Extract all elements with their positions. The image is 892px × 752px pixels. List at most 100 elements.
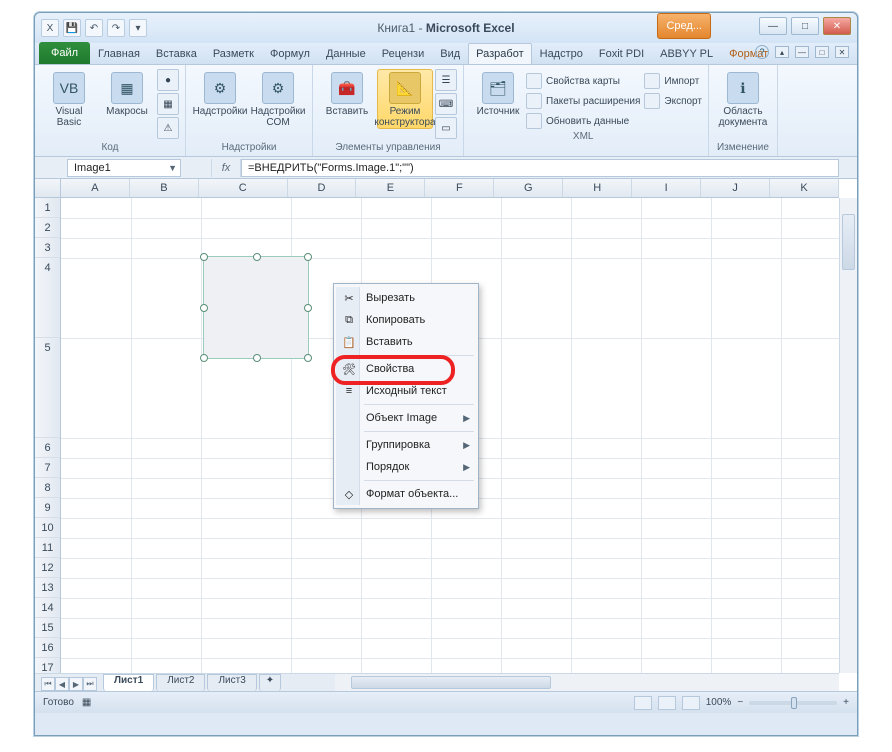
last-sheet-icon[interactable]: ⏭	[83, 677, 97, 691]
expansion-packs-button[interactable]: Пакеты расширения	[526, 91, 640, 111]
insert-control-button[interactable]: 🧰Вставить	[319, 69, 375, 118]
tab-view[interactable]: Вид	[432, 43, 468, 64]
xml-source-button[interactable]: 🗂Источник	[470, 69, 526, 118]
zoom-in-button[interactable]: +	[843, 697, 849, 708]
prev-sheet-icon[interactable]: ◀	[55, 677, 69, 691]
next-sheet-icon[interactable]: ▶	[69, 677, 83, 691]
row-header[interactable]: 8	[35, 478, 60, 498]
resize-handle[interactable]	[200, 354, 208, 362]
com-addins-button[interactable]: ⚙Надстройки COM	[250, 69, 306, 129]
tab-data[interactable]: Данные	[318, 43, 374, 64]
first-sheet-icon[interactable]: ⏮	[41, 677, 55, 691]
sheet-tab-active[interactable]: Лист1	[103, 674, 154, 691]
formula-input[interactable]: =ВНЕДРИТЬ("Forms.Image.1";"")	[241, 159, 839, 177]
tab-developer[interactable]: Разработ	[468, 43, 531, 64]
menu-paste[interactable]: 📋Вставить	[336, 331, 476, 353]
row-header[interactable]: 3	[35, 238, 60, 258]
col-header[interactable]: F	[425, 179, 494, 197]
scroll-thumb[interactable]	[842, 214, 855, 270]
macro-security-icon[interactable]: ⚠	[157, 117, 179, 139]
visual-basic-button[interactable]: VBVisual Basic	[41, 69, 97, 129]
col-header[interactable]: K	[770, 179, 839, 197]
tab-insert[interactable]: Вставка	[148, 43, 205, 64]
row-header[interactable]: 10	[35, 518, 60, 538]
row-header[interactable]: 2	[35, 218, 60, 238]
resize-handle[interactable]	[304, 354, 312, 362]
row-header[interactable]: 6	[35, 438, 60, 458]
save-icon[interactable]: 💾	[63, 19, 81, 37]
page-layout-icon[interactable]	[658, 696, 676, 710]
row-header[interactable]: 7	[35, 458, 60, 478]
row-header[interactable]: 13	[35, 578, 60, 598]
normal-view-icon[interactable]	[634, 696, 652, 710]
row-header[interactable]: 12	[35, 558, 60, 578]
refresh-data-button[interactable]: Обновить данные	[526, 111, 640, 131]
design-mode-button[interactable]: 📐Режим конструктора	[377, 69, 433, 129]
tab-foxit[interactable]: Foxit PDI	[591, 43, 652, 64]
tab-formulas[interactable]: Формул	[262, 43, 318, 64]
dropdown-icon[interactable]: ▼	[168, 163, 177, 173]
menu-order[interactable]: Порядок▶	[336, 456, 476, 478]
export-button[interactable]: Экспорт	[644, 91, 702, 111]
tab-addins[interactable]: Надстро	[532, 43, 591, 64]
addins-button[interactable]: ⚙Надстройки	[192, 69, 248, 118]
col-header[interactable]: I	[632, 179, 701, 197]
col-header[interactable]: E	[356, 179, 425, 197]
image-activex-control[interactable]	[203, 256, 309, 359]
resize-handle[interactable]	[304, 304, 312, 312]
ribbon-minimize-icon[interactable]: ▴	[775, 46, 789, 58]
vertical-scrollbar[interactable]	[839, 198, 857, 673]
new-sheet-icon[interactable]: ✦	[259, 674, 281, 691]
file-tab[interactable]: Файл	[39, 42, 90, 64]
row-header[interactable]: 15	[35, 618, 60, 638]
row-header[interactable]: 16	[35, 638, 60, 658]
row-header[interactable]: 9	[35, 498, 60, 518]
tab-review[interactable]: Рецензи	[374, 43, 433, 64]
resize-handle[interactable]	[200, 253, 208, 261]
resize-handle[interactable]	[253, 354, 261, 362]
menu-grouping[interactable]: Группировка▶	[336, 434, 476, 456]
row-header[interactable]: 4	[35, 258, 60, 338]
properties-icon[interactable]: ☰	[435, 69, 457, 91]
col-header[interactable]: A	[61, 179, 130, 197]
row-header[interactable]: 11	[35, 538, 60, 558]
scroll-thumb[interactable]	[351, 676, 551, 689]
menu-copy[interactable]: ⧉Копировать	[336, 309, 476, 331]
sheet-tab[interactable]: Лист3	[207, 674, 256, 691]
col-header[interactable]: D	[288, 179, 357, 197]
page-break-icon[interactable]	[682, 696, 700, 710]
col-header[interactable]: C	[199, 179, 288, 197]
horizontal-scrollbar[interactable]	[335, 673, 839, 691]
menu-format-object[interactable]: ◇Формат объекта...	[336, 483, 476, 505]
minimize-button[interactable]: —	[759, 17, 787, 35]
record-macro-icon[interactable]: ●	[157, 69, 179, 91]
document-panel-button[interactable]: ℹОбласть документа	[715, 69, 771, 129]
help-icon[interactable]: ?	[755, 45, 769, 59]
menu-image-object[interactable]: Объект Image▶	[336, 407, 476, 429]
resize-handle[interactable]	[304, 253, 312, 261]
redo-icon[interactable]: ↷	[107, 19, 125, 37]
resize-handle[interactable]	[253, 253, 261, 261]
close-button[interactable]: ✕	[823, 17, 851, 35]
row-header[interactable]: 1	[35, 198, 60, 218]
row-header[interactable]: 14	[35, 598, 60, 618]
undo-icon[interactable]: ↶	[85, 19, 103, 37]
col-header[interactable]: B	[130, 179, 199, 197]
select-all-button[interactable]	[35, 179, 61, 198]
zoom-slider[interactable]	[749, 701, 837, 705]
col-header[interactable]: G	[494, 179, 563, 197]
tab-layout[interactable]: Разметк	[205, 43, 262, 64]
zoom-out-button[interactable]: −	[737, 697, 743, 708]
menu-view-code[interactable]: ≡Исходный текст	[336, 380, 476, 402]
workbook-minimize-icon[interactable]: —	[795, 46, 809, 58]
row-header[interactable]: 5	[35, 338, 60, 438]
menu-cut[interactable]: ✂Вырезать	[336, 287, 476, 309]
workbook-restore-icon[interactable]: □	[815, 46, 829, 58]
workbook-close-icon[interactable]: ✕	[835, 46, 849, 58]
col-header[interactable]: H	[563, 179, 632, 197]
tab-home[interactable]: Главная	[90, 43, 148, 64]
qat-dropdown-icon[interactable]: ▾	[129, 19, 147, 37]
view-code-icon[interactable]: ⌨	[435, 93, 457, 115]
map-properties-button[interactable]: Свойства карты	[526, 71, 640, 91]
tab-abbyy[interactable]: ABBYY PL	[652, 43, 721, 64]
